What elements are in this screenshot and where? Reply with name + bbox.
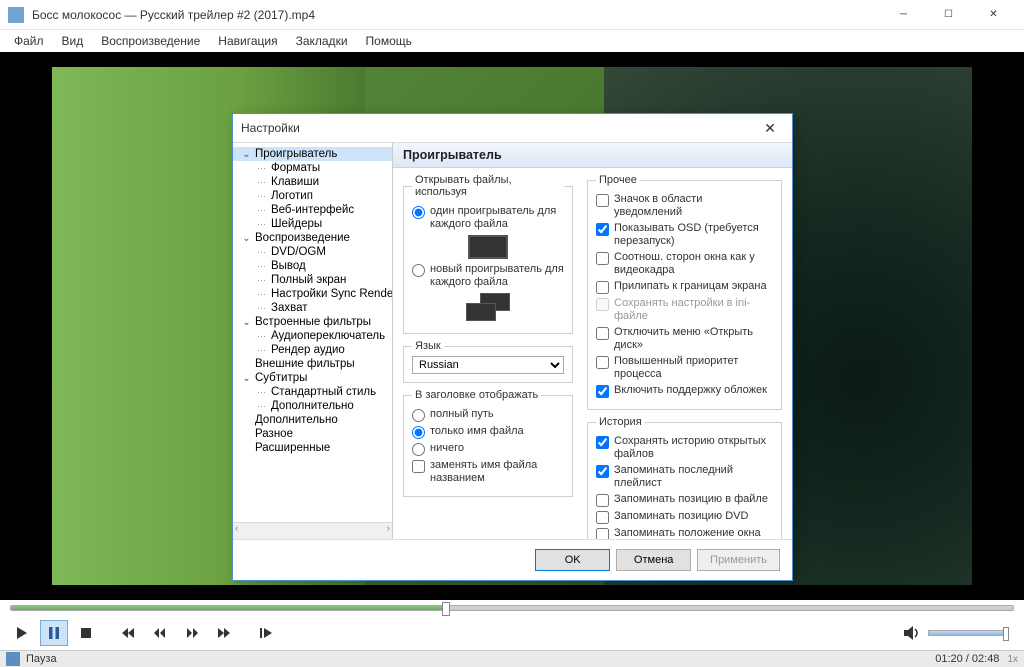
tree-misc[interactable]: Разное: [233, 427, 392, 441]
multi-player-icon: [466, 293, 510, 321]
tree-adv[interactable]: Расширенные: [233, 441, 392, 455]
app-icon: [8, 7, 24, 23]
dialog-titlebar[interactable]: Настройки ✕: [233, 114, 792, 142]
check-hist-pos[interactable]: Запоминать позицию в файле: [596, 493, 773, 507]
tree-capture[interactable]: Захват: [233, 301, 392, 315]
volume-slider[interactable]: [928, 630, 1008, 636]
tree-keys[interactable]: Клавиши: [233, 175, 392, 189]
tree-hscroll[interactable]: ‹›: [233, 522, 392, 539]
step-button[interactable]: [252, 620, 280, 646]
tree-intfilters[interactable]: ⌄Встроенные фильтры: [233, 315, 392, 329]
check-disc-menu[interactable]: Отключить меню «Открыть диск»: [596, 326, 773, 352]
tree-extfilters[interactable]: Внешние фильтры: [233, 357, 392, 371]
check-hist-winpos[interactable]: Запоминать положение окна: [596, 527, 773, 539]
radio-fullpath[interactable]: полный путь: [412, 408, 564, 422]
maximize-button[interactable]: ☐: [926, 0, 971, 29]
group-language: Язык Russian: [403, 340, 573, 383]
check-hist-files[interactable]: Сохранять историю открытых файлов: [596, 435, 773, 461]
dialog-close-button[interactable]: ✕: [756, 117, 784, 139]
menu-navigation[interactable]: Навигация: [210, 32, 285, 50]
menu-playback[interactable]: Воспроизведение: [93, 32, 208, 50]
panel-title: Проигрыватель: [393, 143, 792, 168]
rewind-button[interactable]: [146, 620, 174, 646]
radio-one-player[interactable]: один проигрыватель для каждого файла: [412, 205, 564, 231]
menu-bookmarks[interactable]: Закладки: [288, 32, 356, 50]
status-scale: 1x: [1007, 654, 1018, 665]
check-replace-name[interactable]: заменять имя файла названием: [412, 459, 564, 485]
tree-subext[interactable]: Дополнительно: [233, 399, 392, 413]
tree-fullscreen[interactable]: Полный экран: [233, 273, 392, 287]
cancel-button[interactable]: Отмена: [616, 549, 691, 571]
check-tray[interactable]: Значок в области уведомлений: [596, 193, 773, 219]
one-player-icon: [468, 235, 508, 259]
radio-filename[interactable]: только имя файла: [412, 425, 564, 439]
ok-button[interactable]: OK: [535, 549, 610, 571]
check-ini: Сохранять настройки в ini-файле: [596, 297, 773, 323]
group-open-files: Открывать файлы, используя один проигрыв…: [403, 174, 573, 334]
pause-button[interactable]: [40, 620, 68, 646]
settings-panel: Проигрыватель Открывать файлы, используя…: [393, 143, 792, 539]
dialog-buttons: OK Отмена Применить: [233, 539, 792, 579]
forward-button[interactable]: [178, 620, 206, 646]
playback-controls: [0, 616, 1024, 650]
settings-tree[interactable]: ⌄Проигрыватель Форматы Клавиши Логотип В…: [233, 143, 393, 539]
tree-dvd[interactable]: DVD/OGM: [233, 245, 392, 259]
tree-logo[interactable]: Логотип: [233, 189, 392, 203]
seek-bar[interactable]: [0, 600, 1024, 616]
close-button[interactable]: ✕: [971, 0, 1016, 29]
tree-player[interactable]: ⌄Проигрыватель: [233, 147, 392, 161]
tree-addl[interactable]: Дополнительно: [233, 413, 392, 427]
language-select[interactable]: Russian: [412, 356, 564, 374]
prev-button[interactable]: [114, 620, 142, 646]
group-history: История Сохранять историю открытых файло…: [587, 416, 782, 539]
status-text: Пауза: [26, 653, 57, 665]
settings-dialog: Настройки ✕ ⌄Проигрыватель Форматы Клави…: [232, 113, 793, 581]
group-other: Прочее Значок в области уведомлений Пока…: [587, 174, 782, 410]
tree-audiorender[interactable]: Рендер аудио: [233, 343, 392, 357]
next-button[interactable]: [210, 620, 238, 646]
check-osd[interactable]: Показывать OSD (требуется перезапуск): [596, 222, 773, 248]
check-aspect[interactable]: Соотнош. сторон окна как у видеокадра: [596, 251, 773, 277]
minimize-button[interactable]: ─: [881, 0, 926, 29]
menu-view[interactable]: Вид: [54, 32, 92, 50]
radio-new-player[interactable]: новый проигрыватель для каждого файла: [412, 263, 564, 289]
tree-output[interactable]: Вывод: [233, 259, 392, 273]
tree-playback[interactable]: ⌄Воспроизведение: [233, 231, 392, 245]
window-titlebar: Босс молокосос — Русский трейлер #2 (201…: [0, 0, 1024, 30]
check-hist-dvd[interactable]: Запоминать позицию DVD: [596, 510, 773, 524]
tree-substd[interactable]: Стандартный стиль: [233, 385, 392, 399]
volume-icon[interactable]: [904, 626, 922, 640]
tree-audiosw[interactable]: Аудиопереключатель: [233, 329, 392, 343]
dialog-title: Настройки: [241, 121, 300, 135]
tree-sync[interactable]: Настройки Sync Render: [233, 287, 392, 301]
status-time: 01:20 / 02:48: [935, 653, 999, 665]
status-bar: Пауза 01:20 / 02:48 1x: [0, 650, 1024, 667]
play-button[interactable]: [8, 620, 36, 646]
tree-web[interactable]: Веб-интерфейс: [233, 203, 392, 217]
tree-subs[interactable]: ⌄Субтитры: [233, 371, 392, 385]
window-title: Босс молокосос — Русский трейлер #2 (201…: [32, 8, 881, 22]
menu-help[interactable]: Помощь: [358, 32, 420, 50]
check-covers[interactable]: Включить поддержку обложек: [596, 384, 773, 398]
tree-shaders[interactable]: Шейдеры: [233, 217, 392, 231]
check-hist-playlist[interactable]: Запоминать последний плейлист: [596, 464, 773, 490]
radio-nothing[interactable]: ничего: [412, 442, 564, 456]
stop-button[interactable]: [72, 620, 100, 646]
menu-file[interactable]: Файл: [6, 32, 52, 50]
seek-thumb[interactable]: [442, 602, 450, 616]
check-snap[interactable]: Прилипать к границам экрана: [596, 280, 773, 294]
status-icon: [6, 652, 20, 666]
menu-bar: Файл Вид Воспроизведение Навигация Закла…: [0, 30, 1024, 52]
apply-button[interactable]: Применить: [697, 549, 780, 571]
group-title-display: В заголовке отображать полный путь тольк…: [403, 389, 573, 497]
check-priority[interactable]: Повышенный приоритет процесса: [596, 355, 773, 381]
tree-formats[interactable]: Форматы: [233, 161, 392, 175]
